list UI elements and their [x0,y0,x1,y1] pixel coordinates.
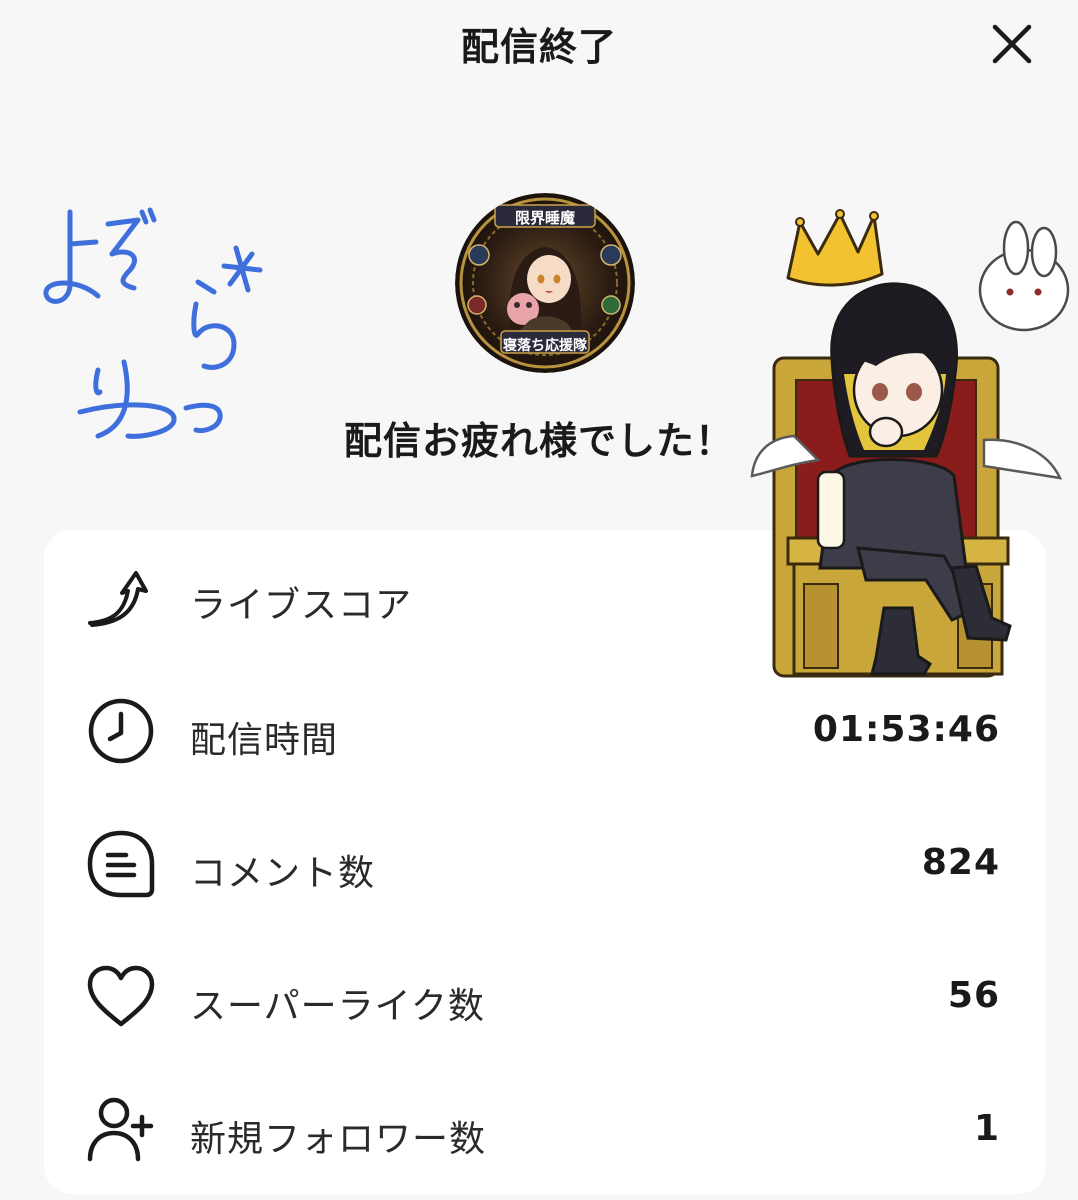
stat-value: 56 [947,975,1000,1016]
page-title: 配信終了 [460,25,617,69]
close-icon [992,24,1032,64]
stat-label: スーパーライク数 [190,986,485,1027]
stat-label: 配信時間 [190,720,339,761]
stat-label: 新規フォロワー数 [190,1119,487,1160]
stat-row-super-likes: スーパーライク数 56 [44,939,1046,1049]
streamer-avatar: 限界睡魔 寝落ち応援隊 [455,193,635,373]
user-plus-icon [87,1097,154,1162]
stat-row-stream-duration: 配信時間 01:53:46 [44,673,1046,783]
comment-icon [87,830,155,898]
clock-icon [88,698,154,764]
stat-value: 824 [921,842,1000,883]
header: 配信終了 [0,0,1078,90]
mascot-sticker [750,209,1070,678]
stat-row-comments: コメント数 824 [44,806,1046,916]
stat-value: 01:53:46 [812,709,1000,750]
stat-row-new-followers: 新規フォロワー数 1 [44,1072,1046,1182]
trending-up-arrow-icon [88,571,148,627]
stream-ended-screen: 配信終了 限界睡魔 寝落ち応援隊 配信お疲れ様でした！ ライブスコア 配信時間 … [0,0,1078,1200]
avatar-caption-bottom: 寝落ち応援隊 [503,338,587,354]
close-button[interactable] [982,16,1042,72]
stat-label: コメント数 [190,853,376,894]
stat-value: 1 [973,1108,1000,1149]
stat-label: ライブスコア [190,585,413,626]
avatar-caption-top: 限界睡魔 [514,209,575,227]
heart-icon [87,965,155,1027]
